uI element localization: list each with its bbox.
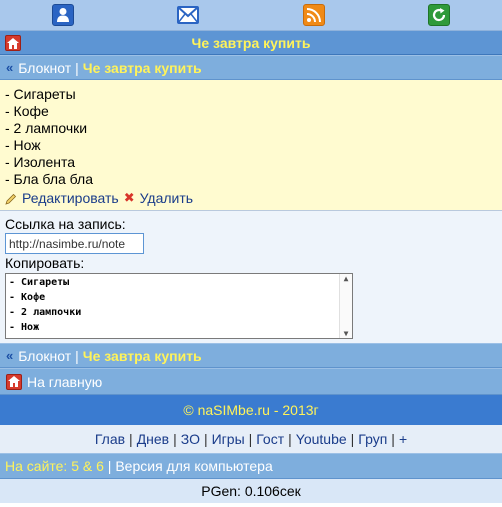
footer-link-zo[interactable]: ЗО (181, 431, 200, 447)
home-icon[interactable] (6, 373, 22, 390)
footer-link-groups[interactable]: Груп (358, 431, 387, 447)
page-title: Че завтра купить (191, 34, 311, 51)
home-link[interactable]: На главную (27, 374, 102, 390)
delete-button[interactable]: Удалить (140, 190, 193, 206)
footer-link-main[interactable]: Глав (95, 431, 125, 447)
note-line: - Кофе (5, 103, 49, 119)
footer-nav: Глав | Днев | ЗО | Игры | Гост | Youtube | Гру… (0, 425, 502, 453)
nav-separator: | (288, 431, 292, 447)
note-line: - Сигареты (5, 86, 76, 102)
refresh-icon[interactable] (428, 4, 451, 26)
breadcrumb-current: Че завтра купить (82, 59, 202, 76)
copy-line: - Сигареты (9, 277, 70, 288)
desktop-version-link[interactable]: Версия для компьютера (115, 458, 272, 474)
footer-link-diary[interactable]: Днев (137, 431, 169, 447)
note-line: - Бла бла бла (5, 171, 94, 187)
online-count[interactable]: 5 & 6 (71, 458, 104, 474)
breadcrumb-root-link[interactable]: Блокнот (18, 348, 71, 364)
nav-separator: | (203, 431, 208, 447)
user-icon[interactable] (51, 4, 74, 26)
nav-separator: | (391, 431, 395, 447)
status-separator: | (103, 458, 116, 474)
breadcrumb: « Блокнот | Че завтра купить (0, 55, 502, 80)
nav-separator: | (350, 431, 355, 447)
copy-line: - Нож (9, 322, 40, 333)
breadcrumb-root-link[interactable]: Блокнот (18, 60, 71, 76)
note-line: - Нож (5, 137, 41, 153)
copyright: © naSIMbe.ru - 2013г (0, 395, 502, 425)
footer-link-guestbook[interactable]: Гост (256, 431, 284, 447)
note-actions: Редактировать ✖ Удалить (5, 190, 497, 206)
link-section: Ссылка на запись: Копировать: - Сигареты… (0, 211, 502, 343)
online-status-bar: На сайте: 5 & 6 | Версия для компьютера (0, 453, 502, 479)
note-line: - Изолента (5, 154, 76, 170)
delete-x-icon[interactable]: ✖ (124, 190, 135, 206)
rss-icon[interactable] (302, 4, 325, 26)
nav-separator: | (248, 431, 253, 447)
pencil-icon[interactable] (5, 192, 17, 205)
note-content: - Сигареты - Кофе - 2 лампочки - Нож - И… (0, 80, 502, 211)
nav-separator: | (173, 431, 177, 447)
page-header: Че завтра купить (0, 31, 502, 55)
home-icon[interactable] (5, 35, 21, 51)
footer-link-youtube[interactable]: Youtube (296, 431, 347, 447)
copy-line: - Кофе (9, 292, 46, 303)
top-cell-refresh (377, 4, 502, 26)
edit-button[interactable]: Редактировать (22, 190, 119, 206)
home-link-bar[interactable]: На главную (0, 368, 502, 395)
textarea-scrollbar[interactable]: ▲ ▼ (339, 274, 352, 338)
top-cell-mail (126, 4, 252, 26)
breadcrumb-separator: | (75, 347, 79, 364)
note-line: - 2 лампочки (5, 120, 88, 136)
nav-separator: | (129, 431, 133, 447)
copy-line: - 2 лампочки (9, 307, 82, 318)
scroll-up-icon[interactable]: ▲ (344, 274, 349, 283)
footer-link-more[interactable]: + (399, 431, 407, 447)
page-generation-time: PGen: 0.106сек (0, 479, 502, 503)
footer-link-games[interactable]: Игры (212, 431, 245, 447)
note-url-input[interactable] (5, 233, 144, 254)
double-chevron-left-icon[interactable]: « (6, 60, 13, 75)
link-label: Ссылка на запись: (5, 216, 126, 232)
top-cell-user (0, 4, 126, 26)
copy-label: Копировать: (5, 255, 85, 271)
double-chevron-left-icon[interactable]: « (6, 348, 13, 363)
scroll-down-icon[interactable]: ▼ (344, 329, 349, 338)
mail-icon[interactable] (177, 4, 200, 26)
breadcrumb-bottom: « Блокнот | Че завтра купить (0, 343, 502, 368)
online-label: На сайте: (5, 458, 68, 474)
copy-textarea[interactable]: - Сигареты - Кофе - 2 лампочки - Нож ▲ ▼ (5, 273, 353, 339)
top-cell-rss (251, 4, 377, 26)
breadcrumb-current: Че завтра купить (82, 347, 202, 364)
breadcrumb-separator: | (75, 59, 79, 76)
top-icon-bar (0, 0, 502, 31)
